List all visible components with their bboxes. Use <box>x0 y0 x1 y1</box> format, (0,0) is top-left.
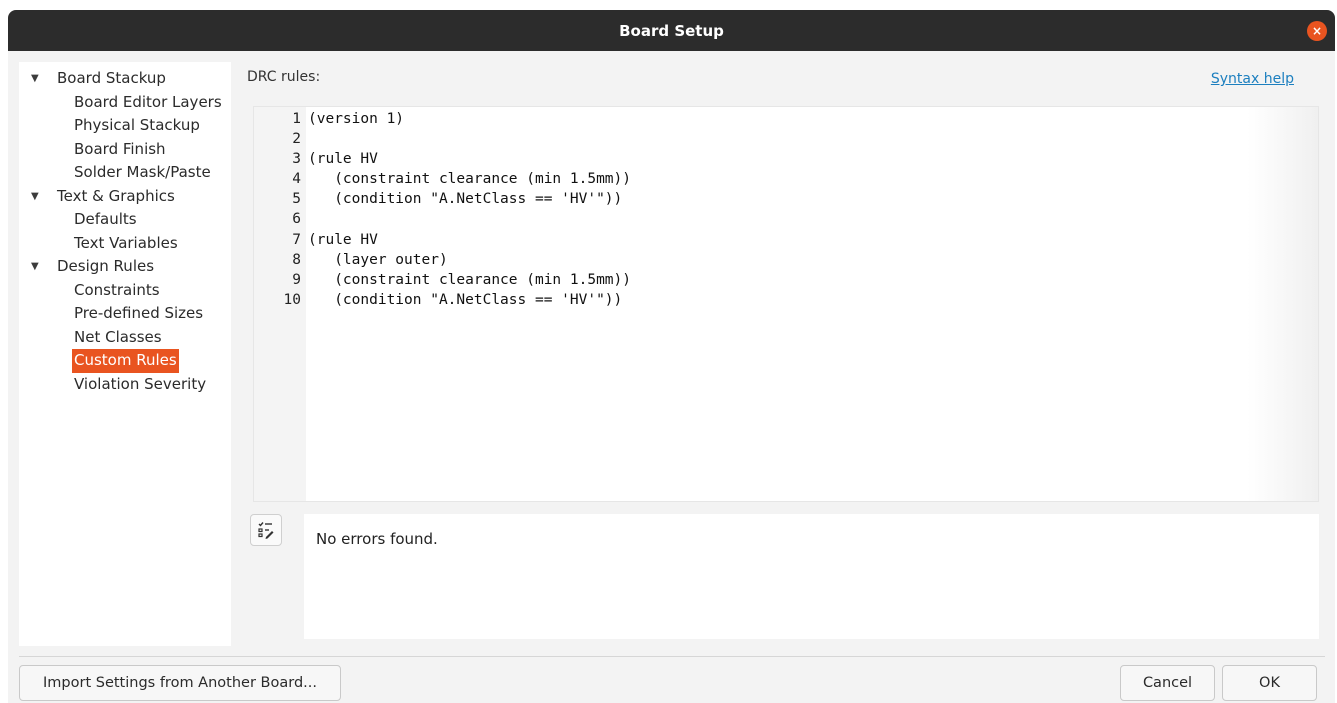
title-bar: Board Setup × <box>8 10 1335 51</box>
tree-item-board-stackup[interactable]: ▼ Board Stackup <box>19 67 231 91</box>
tree-item-label: Board Editor Layers <box>74 92 222 111</box>
tree-item-label: Design Rules <box>57 257 155 275</box>
import-settings-button[interactable]: Import Settings from Another Board... <box>19 665 341 701</box>
tree-item-board-finish[interactable]: Board Finish <box>19 138 231 162</box>
code-line: (constraint clearance (min 1.5mm)) <box>308 171 632 188</box>
line-number: 2 <box>292 131 301 148</box>
tree-item-label: Board Stackup <box>57 69 166 87</box>
tree-item-custom-rules[interactable]: Custom Rules <box>19 349 231 373</box>
code-line: (rule HV <box>308 151 378 168</box>
tree-item-label: Text & Graphics <box>57 186 175 205</box>
tree-item-label: Custom Rules <box>72 349 179 373</box>
error-messages-panel: No errors found. <box>304 514 1319 639</box>
tree-item-label: Violation Severity <box>74 374 207 393</box>
status-message: No errors found. <box>316 530 438 548</box>
tree-item-label: Net Classes <box>74 327 162 346</box>
line-number: 5 <box>292 191 301 208</box>
tree-item-violation-severity[interactable]: Violation Severity <box>19 373 231 397</box>
code-text-area[interactable]: (version 1) (rule HV (constraint clearanc… <box>306 107 1318 501</box>
tree-item-net-classes[interactable]: Net Classes <box>19 326 231 350</box>
expand-arrow-icon[interactable]: ▼ <box>31 255 39 279</box>
line-number: 3 <box>292 151 301 168</box>
expand-arrow-icon[interactable]: ▼ <box>31 185 39 209</box>
dialog-title: Board Setup <box>619 21 724 40</box>
close-icon[interactable]: × <box>1307 21 1327 41</box>
line-number: 7 <box>292 231 301 248</box>
check-rules-button[interactable] <box>250 514 282 546</box>
line-number: 1 <box>292 111 301 127</box>
code-line: (layer outer) <box>308 251 448 268</box>
tree-item-pre-defined-sizes[interactable]: Pre-defined Sizes <box>19 302 231 326</box>
drc-rules-label: DRC rules: <box>247 69 321 85</box>
code-line: (condition "A.NetClass == 'HV'")) <box>308 291 623 308</box>
tree-item-design-rules[interactable]: ▼ Design Rules <box>19 255 231 279</box>
line-number: 6 <box>292 211 301 228</box>
board-setup-dialog: Board Setup × ▼ Board Stackup Board Editor… <box>8 10 1335 703</box>
code-line: (constraint clearance (min 1.5mm)) <box>308 271 632 288</box>
tree-item-defaults[interactable]: Defaults <box>19 208 231 232</box>
tree-item-board-editor-layers[interactable]: Board Editor Layers <box>19 91 231 115</box>
line-number: 8 <box>292 251 301 268</box>
line-number-gutter: 1 2 3 4 5 6 7 8 9 10 <box>254 107 306 501</box>
check-rules-icon <box>258 522 274 539</box>
tree-item-constraints[interactable]: Constraints <box>19 279 231 303</box>
code-line: (condition "A.NetClass == 'HV'")) <box>308 191 623 208</box>
tree-item-text-variables[interactable]: Text Variables <box>19 232 231 256</box>
tree-item-solder-mask-paste[interactable]: Solder Mask/Paste <box>19 161 231 185</box>
cancel-button[interactable]: Cancel <box>1120 665 1215 701</box>
settings-tree: ▼ Board Stackup Board Editor Layers Physica… <box>19 62 231 646</box>
line-number: 4 <box>292 171 301 188</box>
tree-item-label: Solder Mask/Paste <box>74 163 211 181</box>
footer-separator <box>19 656 1325 657</box>
tree-item-text-graphics[interactable]: ▼ Text & Graphics <box>19 185 231 209</box>
tree-item-physical-stackup[interactable]: Physical Stackup <box>19 114 231 138</box>
line-number: 10 <box>283 291 301 308</box>
tree-item-label: Pre-defined Sizes <box>74 304 204 322</box>
syntax-help-link[interactable]: Syntax help <box>1211 71 1294 87</box>
tree-item-label: Constraints <box>74 280 160 299</box>
code-line: (rule HV <box>308 231 378 248</box>
code-line: (version 1) <box>308 111 405 127</box>
tree-item-label: Text Variables <box>74 233 178 252</box>
tree-item-label: Board Finish <box>74 139 166 158</box>
rules-editor[interactable]: 1 2 3 4 5 6 7 8 9 10 (version 1) (rule HV (constra… <box>253 106 1319 502</box>
expand-arrow-icon[interactable]: ▼ <box>31 67 39 91</box>
line-number: 9 <box>292 271 301 288</box>
tree-item-label: Physical Stackup <box>74 116 200 134</box>
ok-button[interactable]: OK <box>1222 665 1317 701</box>
tree-item-label: Defaults <box>74 210 137 228</box>
